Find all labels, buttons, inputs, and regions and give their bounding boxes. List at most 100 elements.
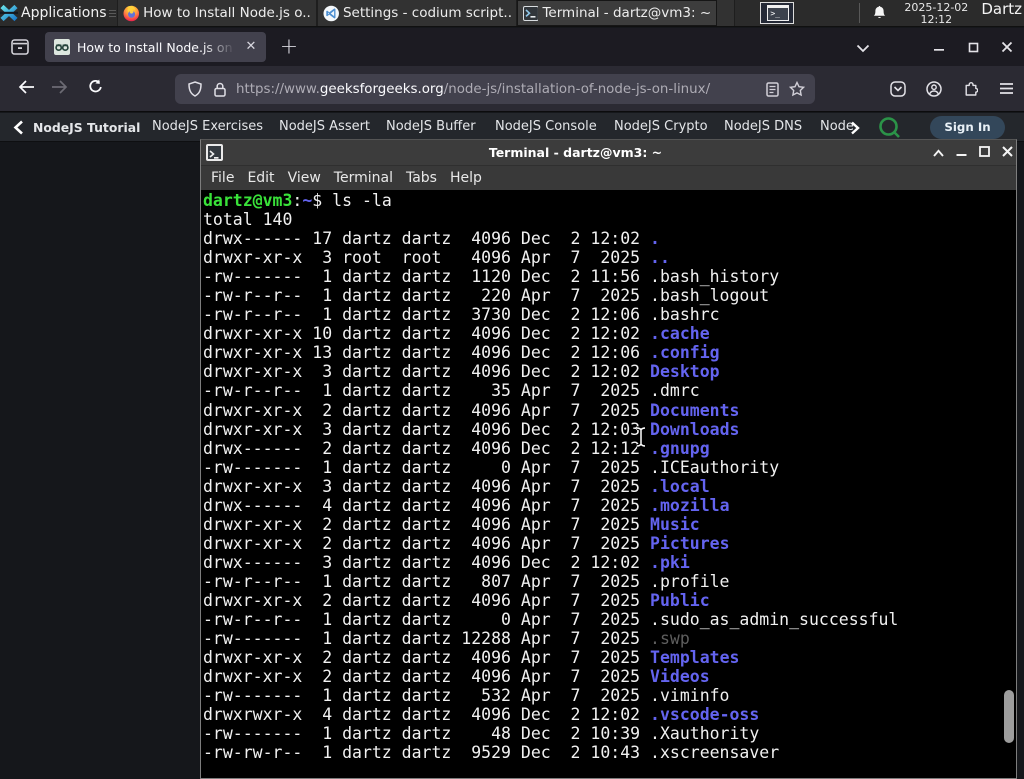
taskbar-label-terminal: Terminal - dartz@vm3: ~ [542,5,711,21]
terminal-line: drwxr-xr-x 2 dartz dartz 4096 Apr 7 2025… [203,667,710,687]
terminal-line: -rw------- 1 dartz dartz 48 Dec 2 10:39 … [203,724,760,744]
subnav-item[interactable]: NodeJS Assert [279,119,370,134]
url-path: /node-js/installation-of-node-js-on-linu… [443,81,711,97]
terminal-scrollbar[interactable] [1003,190,1015,778]
lock-icon[interactable] [214,82,226,97]
menu-view[interactable]: View [288,170,321,186]
subnav-item[interactable]: NodeJS Console [495,119,597,134]
terminal-line: drwxr-xr-x 2 dartz dartz 4096 Apr 7 2025… [203,514,700,534]
bookmark-star-icon[interactable] [789,81,805,97]
subnav-left-chevron-icon[interactable] [13,120,24,135]
back-button[interactable] [18,79,35,98]
terminal-line: -rw-r--r-- 1 dartz dartz 0 Apr 7 2025 .s… [203,610,899,630]
terminal-line: drwx------ 3 dartz dartz 4096 Dec 2 12:0… [203,552,690,572]
close-icon [1002,145,1013,157]
terminal-line: -rw------- 1 dartz dartz 0 Apr 7 2025 .I… [203,457,780,477]
site-subnav: NodeJS Tutorial NodeJS Exercises NodeJS … [0,113,1024,142]
window-controls [846,28,1024,66]
terminal-line: drwx------ 2 dartz dartz 4096 Dec 2 12:1… [203,438,710,458]
window-close-button[interactable] [990,38,1024,57]
pocket-icon [890,80,906,97]
extensions-button[interactable] [952,81,988,96]
terminal-title-bar[interactable]: Terminal - dartz@vm3: ~ [201,140,1016,165]
terminal-title: Terminal - dartz@vm3: ~ [488,145,663,160]
menu-tabs[interactable]: Tabs [406,170,437,186]
url-bar[interactable]: https://www.geeksforgeeks.org/node-js/in… [175,74,815,104]
terminal-shade-button[interactable] [927,146,950,160]
window-minimize-button[interactable] [922,38,956,57]
menu-terminal[interactable]: Terminal [334,170,393,186]
subnav-item[interactable]: Node [820,119,854,134]
user-label[interactable]: Dartz [969,0,1024,26]
terminal-output[interactable]: dartz@vm3:~$ ls -la total 140 drwx------ 1… [201,190,1016,778]
subnav-item[interactable]: NodeJS Exercises [152,119,263,134]
new-tab-button[interactable]: + [276,35,302,60]
taskbar-label-firefox: How to Install Node.js o... [143,5,311,21]
restore-icon [968,42,978,52]
app-menu-button[interactable] [988,82,1024,95]
reader-mode-icon[interactable] [766,81,779,97]
menu-file[interactable]: File [211,170,234,186]
pocket-button[interactable] [880,80,916,97]
tracking-shield-icon[interactable] [188,81,202,97]
close-icon [1001,41,1013,52]
clock-time: 12:12 [920,12,953,26]
clock-date: 2025-12-02 [904,0,969,14]
browser-tab[interactable]: How to Install Node.js on ✕ [45,32,266,62]
url-text[interactable]: https://www.geeksforgeeks.org/node-js/in… [236,82,766,97]
terminal-line: drwxr-xr-x 3 root root 4096 Apr 7 2025 .… [203,248,670,268]
terminal-close-button[interactable] [996,145,1019,160]
firefox-view-button[interactable] [5,34,35,60]
reload-button[interactable] [88,79,103,98]
subnav-item[interactable]: NodeJS DNS [724,119,802,134]
terminal-line: dartz@vm3:~$ ls -la [203,191,392,210]
terminal-maximize-button[interactable] [973,145,996,160]
chevron-down-icon [856,44,870,52]
menu-help[interactable]: Help [450,170,482,186]
terminal-line: drwx------ 17 dartz dartz 4096 Dec 2 12:… [203,229,660,249]
terminal-line: -rw-r--r-- 1 dartz dartz 807 Apr 7 2025 … [203,571,730,591]
subnav-right-chevron-icon[interactable] [850,121,860,135]
terminal-line: -rw-r--r-- 1 dartz dartz 35 Apr 7 2025 .… [203,381,700,401]
terminal-lines: dartz@vm3:~$ ls -la total 140 drwx------ 1… [203,191,1016,762]
tasklist-empty [716,0,735,26]
terminal-line: -rw------- 1 dartz dartz 532 Apr 7 2025 … [203,686,730,706]
codium-icon [323,5,339,21]
terminal-line: -rw-r--r-- 1 dartz dartz 220 Apr 7 2025 … [203,286,770,306]
firefox-view-icon [11,39,29,55]
url-prefix: https://www. [236,81,320,97]
workspace-switcher[interactable]: >_ [760,2,795,24]
terminal-line: drwxr-xr-x 3 dartz dartz 4096 Dec 2 12:0… [203,362,720,382]
terminal-line: drwxrwxr-x 4 dartz dartz 4096 Dec 2 12:0… [203,705,760,725]
clock[interactable]: 2025-12-02 12:12 [903,1,969,26]
terminal-window-icon [206,144,223,161]
terminal-minimize-button[interactable] [950,146,973,160]
taskbar-button-firefox[interactable]: How to Install Node.js o... [116,0,317,26]
sign-in-button[interactable]: Sign In [930,116,1005,139]
subnav-item[interactable]: NodeJS Crypto [614,119,708,134]
list-all-tabs-button[interactable] [846,38,880,57]
subnav-item[interactable]: NodeJS Tutorial [33,120,140,135]
terminal-line: -rw-r--r-- 1 dartz dartz 3730 Dec 2 12:0… [203,305,720,325]
notification-bell-icon[interactable] [872,5,887,21]
terminal-line: drwxr-xr-x 10 dartz dartz 4096 Dec 2 12:… [203,324,710,344]
tab-close-button[interactable]: ✕ [242,38,260,56]
applications-menu-button[interactable]: Applications [0,0,109,26]
terminal-line: drwxr-xr-x 13 dartz dartz 4096 Dec 2 12:… [203,343,720,363]
window-restore-button[interactable] [956,38,990,57]
account-icon [926,80,942,97]
terminal-line: drwxr-xr-x 2 dartz dartz 4096 Apr 7 2025… [203,648,740,668]
terminal-line: -rw-rw-r-- 1 dartz dartz 9529 Dec 2 10:4… [203,743,780,763]
reload-icon [89,79,102,93]
forward-button[interactable] [51,79,68,98]
site-search-icon[interactable] [878,116,901,139]
taskbar-button-terminal[interactable]: Terminal - dartz@vm3: ~ [516,0,717,26]
terminal-scrollbar-thumb[interactable] [1004,690,1014,743]
subnav-item[interactable]: NodeJS Buffer [386,119,476,134]
taskbar-label-codium: Settings - codium script... [342,5,511,21]
taskbar-button-codium[interactable]: Settings - codium script... [316,0,517,26]
menu-edit[interactable]: Edit [247,170,274,186]
terminal-line: total 140 [203,210,293,230]
extensions-puzzle-icon [965,82,978,96]
account-button[interactable] [916,80,952,97]
